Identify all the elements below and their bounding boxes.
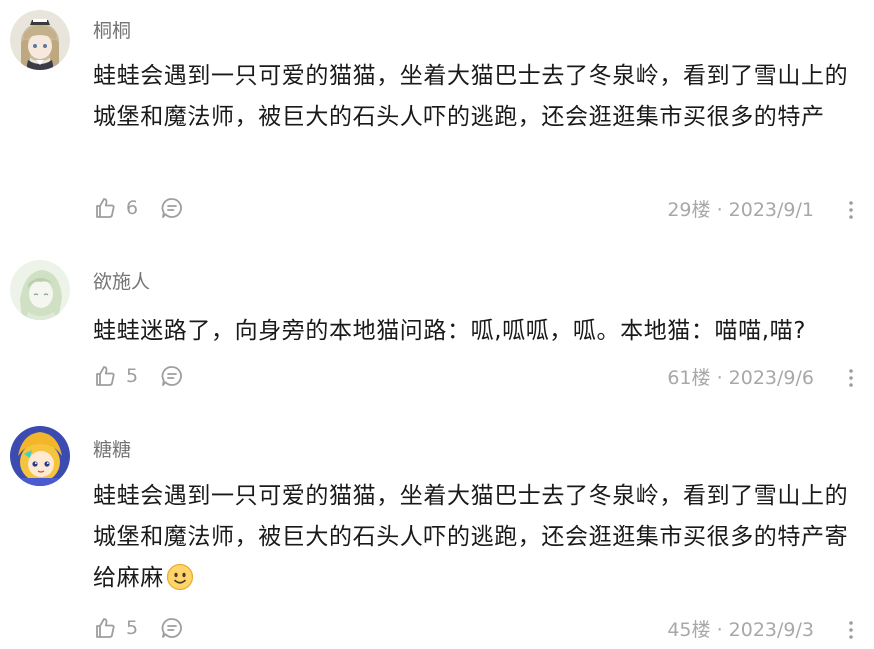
comment-item: 糖糖 蛙蛙会遇到一只可爱的猫猫，坐着大猫巴士去了冬泉岭，看到了雪山上的城堡和魔法… (0, 0, 874, 649)
comment-actions: 5 (93, 612, 184, 644)
comment-thread: 桐桐 蛙蛙会遇到一只可爱的猫猫，坐着大猫巴士去了冬泉岭，看到了雪山上的城堡和魔法… (0, 0, 874, 649)
username[interactable]: 糖糖 (93, 438, 131, 462)
more-vertical-icon (849, 621, 853, 639)
thumbs-up-icon (96, 618, 115, 638)
more-button[interactable] (846, 618, 856, 642)
comment-bubble-icon (161, 618, 183, 638)
blue-anime-character-avatar-icon (10, 426, 70, 486)
post-date: 2023/9/3 (728, 619, 814, 641)
reply-button[interactable] (160, 616, 184, 640)
avatar[interactable] (10, 426, 70, 486)
smile-emoji-icon (166, 563, 194, 605)
like-button[interactable]: 5 (93, 616, 138, 640)
meta-separator: · (716, 619, 723, 641)
floor-number: 45楼 (667, 619, 711, 641)
comment-meta: 45楼 · 2023/9/3 (667, 618, 814, 642)
like-count: 5 (126, 617, 139, 639)
comment-text: 蛙蛙会遇到一只可爱的猫猫，坐着大猫巴士去了冬泉岭，看到了雪山上的城堡和魔法师，被… (93, 476, 853, 605)
